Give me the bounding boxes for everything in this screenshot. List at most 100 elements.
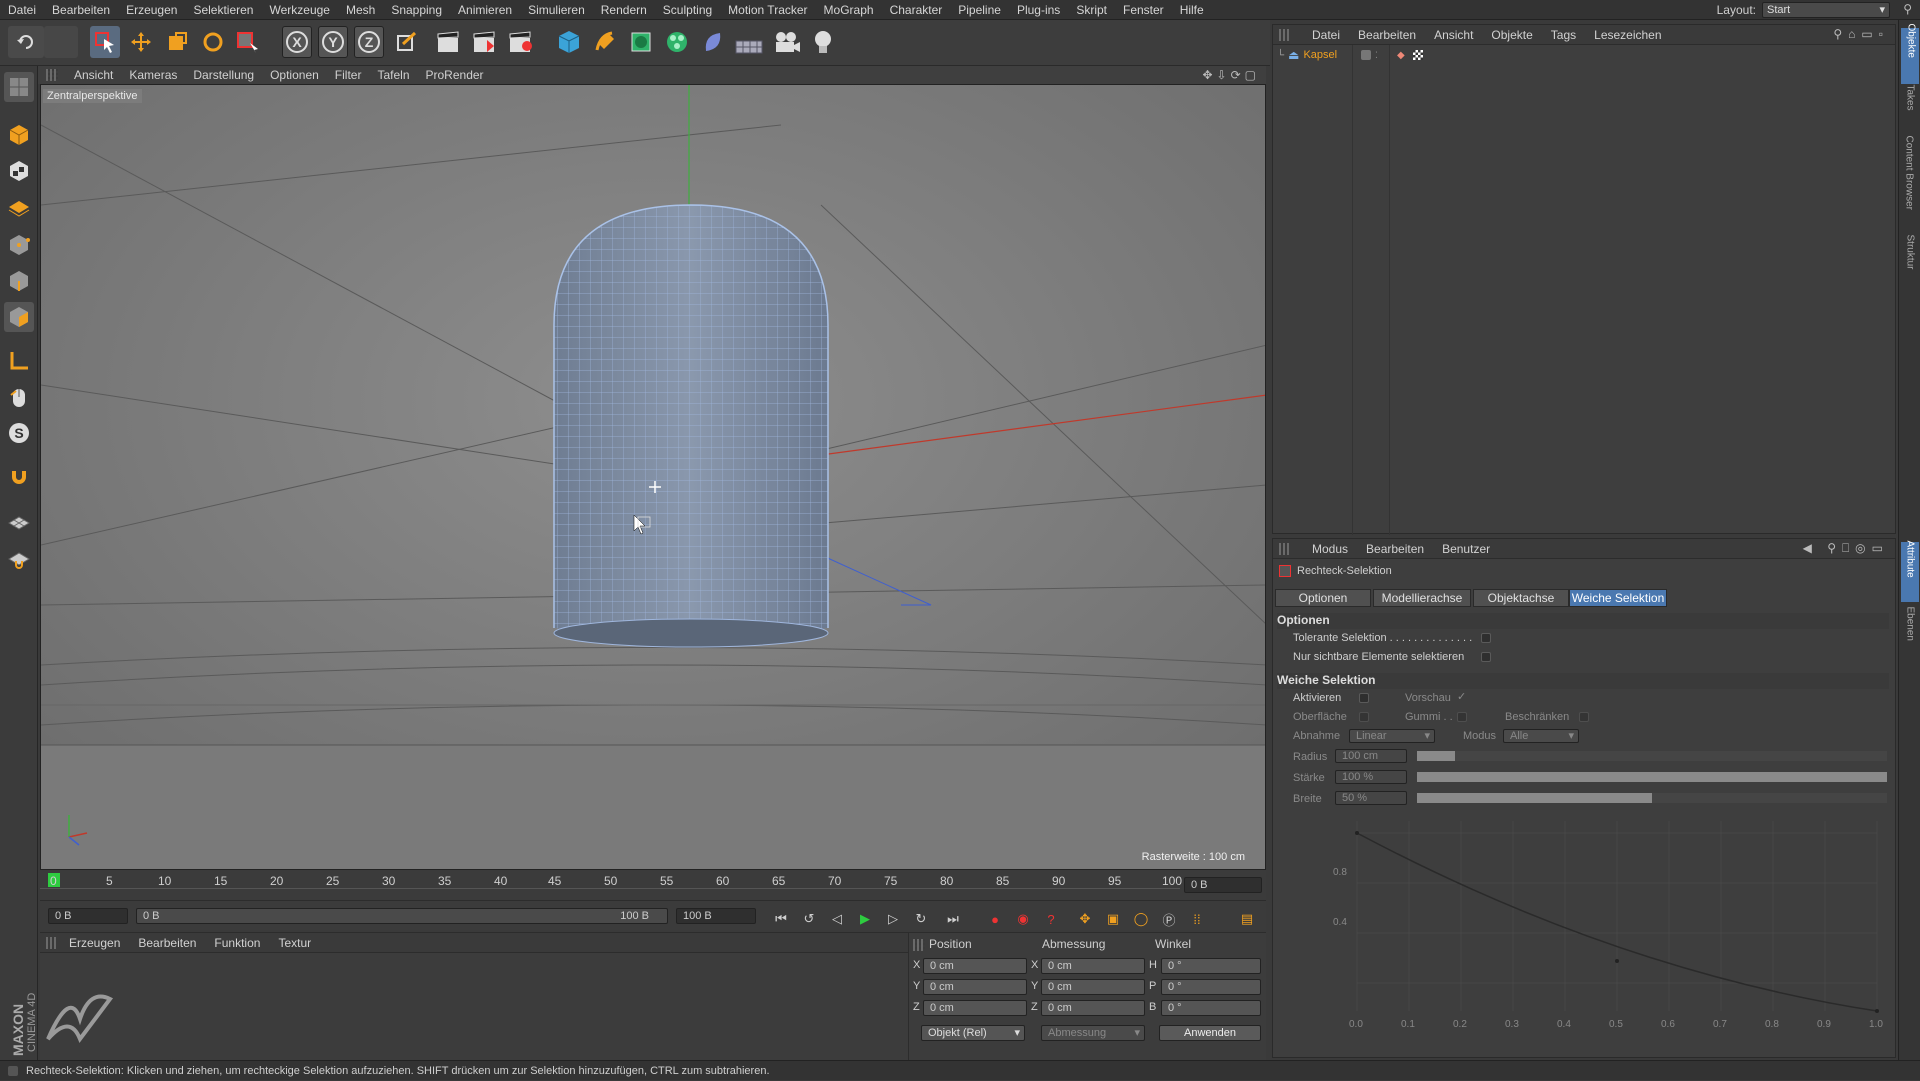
- object-row[interactable]: └ ⏏ Kapsel ⁚ ◆: [1277, 47, 1877, 63]
- size-x-field[interactable]: 0 cm: [1041, 958, 1145, 974]
- lock-y-axis-button[interactable]: Y: [318, 26, 348, 58]
- position-z-field[interactable]: 0 cm: [923, 1000, 1027, 1016]
- menu-animieren[interactable]: Animieren: [450, 3, 520, 17]
- texture-mode-button[interactable]: [4, 156, 34, 186]
- preview-range-slider[interactable]: 0 B 100 B: [136, 908, 668, 924]
- mode-dropdown[interactable]: Alle ▾: [1503, 729, 1579, 743]
- workplane-mode-button[interactable]: [4, 192, 34, 222]
- vp-menu-filter[interactable]: Filter: [327, 68, 370, 82]
- vp-menu-optionen[interactable]: Optionen: [262, 68, 327, 82]
- enable-axis-button[interactable]: [4, 346, 34, 376]
- menu-hilfe[interactable]: Hilfe: [1172, 3, 1212, 17]
- light-button[interactable]: [808, 26, 838, 58]
- texture-tag-icon[interactable]: [1413, 50, 1423, 60]
- go-to-end-button[interactable]: ⏭: [942, 908, 964, 930]
- layout-dropdown[interactable]: Start ▾: [1762, 2, 1890, 18]
- points-mode-button[interactable]: [4, 230, 34, 260]
- am-menu-benutzer[interactable]: Benutzer: [1433, 542, 1499, 556]
- preview-checkbox[interactable]: ✓: [1457, 690, 1466, 703]
- coord-mode-dropdown[interactable]: Objekt (Rel) ▾: [921, 1025, 1025, 1041]
- snapping-button[interactable]: S: [4, 418, 34, 448]
- model-mode-button[interactable]: [4, 120, 34, 150]
- grid-snap-button[interactable]: [4, 542, 34, 572]
- rotate-tool-button[interactable]: [198, 26, 228, 58]
- cloner-button[interactable]: [662, 26, 692, 58]
- side-tab-attribute[interactable]: Attribute: [1905, 541, 1916, 599]
- om-menu-bearbeiten[interactable]: Bearbeiten: [1349, 28, 1425, 42]
- rubber-checkbox[interactable]: [1457, 712, 1467, 722]
- menu-snapping[interactable]: Snapping: [383, 3, 450, 17]
- side-tab-objekte[interactable]: Objekte: [1906, 24, 1917, 80]
- rotation-p-field[interactable]: 0 °: [1161, 979, 1261, 995]
- menu-motion-tracker[interactable]: Motion Tracker: [720, 3, 815, 17]
- radius-field[interactable]: 100 cm: [1335, 749, 1407, 763]
- menu-pipeline[interactable]: Pipeline: [950, 3, 1009, 17]
- layer-icon[interactable]: [1361, 50, 1371, 60]
- position-x-field[interactable]: 0 cm: [923, 958, 1027, 974]
- next-frame-button[interactable]: ▷: [882, 908, 904, 930]
- om-menu-ansicht[interactable]: Ansicht: [1425, 28, 1482, 42]
- render-picture-viewer-button[interactable]: [470, 26, 500, 58]
- tab-objektachse[interactable]: Objektachse: [1473, 589, 1569, 607]
- size-y-field[interactable]: 0 cm: [1041, 979, 1145, 995]
- end-frame-field[interactable]: 100 B: [676, 908, 756, 924]
- rotation-h-field[interactable]: 0 °: [1161, 958, 1261, 974]
- menu-mesh[interactable]: Mesh: [338, 3, 383, 17]
- vp-menu-kameras[interactable]: Kameras: [121, 68, 185, 82]
- redo-button[interactable]: [44, 26, 78, 58]
- autokey-button[interactable]: ◉: [1012, 908, 1034, 930]
- coordinate-system-button[interactable]: [392, 26, 422, 58]
- lock-z-axis-button[interactable]: Z: [354, 26, 384, 58]
- om-header-icons[interactable]: ⚲⌂▭▫: [1833, 27, 1889, 41]
- strength-field[interactable]: 100 %: [1335, 770, 1407, 784]
- render-settings-button[interactable]: [506, 26, 536, 58]
- apply-button[interactable]: Anwenden: [1159, 1025, 1261, 1041]
- menu-fenster[interactable]: Fenster: [1115, 3, 1172, 17]
- camera-button[interactable]: [772, 26, 802, 58]
- width-slider[interactable]: [1417, 793, 1887, 803]
- vp-menu-darstellung[interactable]: Darstellung: [185, 68, 262, 82]
- om-menu-datei[interactable]: Datei: [1303, 28, 1349, 42]
- keyframe-selection-button[interactable]: ?: [1040, 908, 1062, 930]
- deformer-button[interactable]: [698, 26, 728, 58]
- scale-tool-button[interactable]: [162, 26, 192, 58]
- lock-x-axis-button[interactable]: X: [282, 26, 312, 58]
- key-pla-button[interactable]: ⁞⁞: [1186, 908, 1208, 930]
- visibility-dots-icon[interactable]: ⁚: [1375, 50, 1378, 61]
- vp-menu-prorender[interactable]: ProRender: [418, 68, 492, 82]
- tweak-mode-button[interactable]: [4, 382, 34, 412]
- key-rotation-button[interactable]: ◯: [1130, 908, 1152, 930]
- floor-button[interactable]: [734, 26, 764, 58]
- key-parameter-button[interactable]: Ⓟ: [1158, 908, 1180, 930]
- menu-sculpting[interactable]: Sculpting: [655, 3, 720, 17]
- 3d-viewport[interactable]: Zentralperspektive Rasterweite : 100 cm: [40, 84, 1266, 870]
- falloff-dropdown[interactable]: Linear ▾: [1349, 729, 1435, 743]
- falloff-graph[interactable]: 0.8 0.4 0.0 0.1 0.2 0.3 0.4 0.5 0.6 0.7 …: [1297, 811, 1893, 1051]
- visible-only-checkbox[interactable]: [1481, 652, 1491, 662]
- menu-erzeugen[interactable]: Erzeugen: [118, 3, 185, 17]
- menu-datei[interactable]: Datei: [0, 3, 44, 17]
- object-name[interactable]: Kapsel: [1303, 49, 1337, 61]
- am-menu-modus[interactable]: Modus: [1303, 542, 1357, 556]
- surface-checkbox[interactable]: [1359, 712, 1369, 722]
- menu-selektieren[interactable]: Selektieren: [185, 3, 261, 17]
- search-icon[interactable]: ⚲: [1903, 2, 1912, 16]
- size-z-field[interactable]: 0 cm: [1041, 1000, 1145, 1016]
- menu-bearbeiten[interactable]: Bearbeiten: [44, 3, 118, 17]
- mat-menu-erzeugen[interactable]: Erzeugen: [60, 936, 129, 950]
- subdivision-surface-button[interactable]: [626, 26, 656, 58]
- menu-charakter[interactable]: Charakter: [882, 3, 951, 17]
- side-tab-takes[interactable]: Takes: [1905, 85, 1916, 131]
- magnet-button[interactable]: [4, 462, 34, 492]
- restrict-checkbox[interactable]: [1579, 712, 1589, 722]
- side-tab-struktur[interactable]: Struktur: [1905, 235, 1916, 285]
- rotation-b-field[interactable]: 0 °: [1161, 1000, 1261, 1016]
- go-to-start-button[interactable]: ⏮: [770, 908, 792, 930]
- polygon-selection-tag-icon[interactable]: ◆: [1397, 50, 1405, 61]
- mat-menu-funktion[interactable]: Funktion: [205, 936, 269, 950]
- menu-mograph[interactable]: MoGraph: [816, 3, 882, 17]
- live-selection-button[interactable]: [90, 26, 120, 58]
- tolerant-selection-checkbox[interactable]: [1481, 633, 1491, 643]
- menu-plugins[interactable]: Plug-ins: [1009, 3, 1068, 17]
- menu-rendern[interactable]: Rendern: [593, 3, 655, 17]
